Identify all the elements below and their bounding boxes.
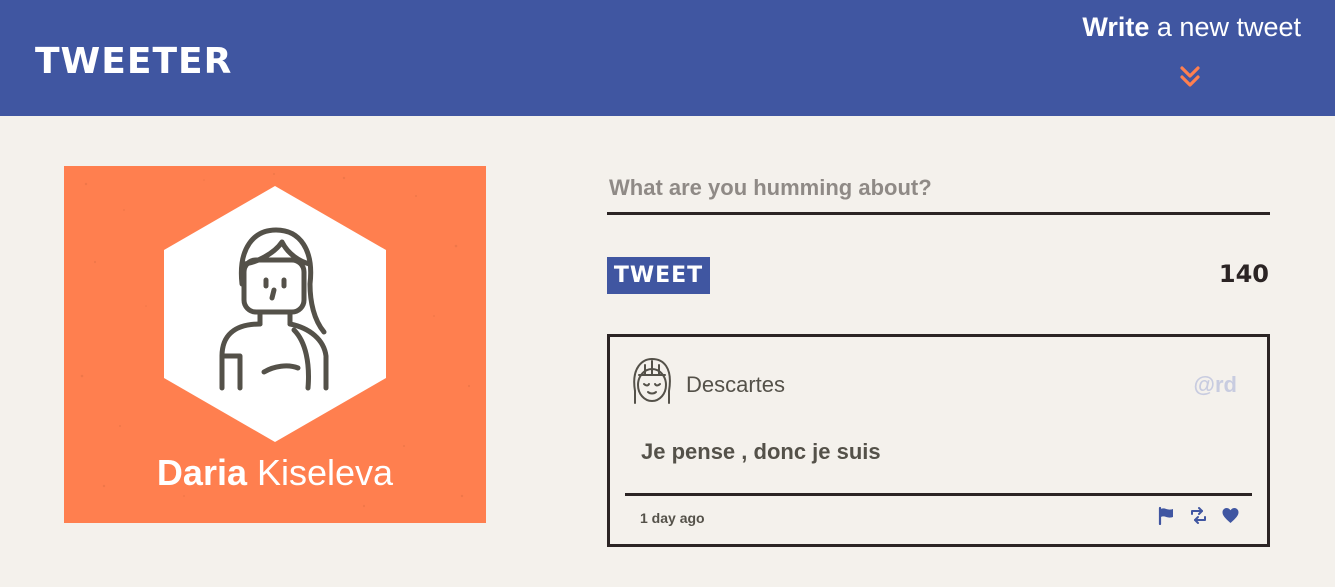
compose-toggle-label[interactable]: Write a new tweet (1082, 12, 1301, 43)
retweet-icon[interactable] (1189, 506, 1208, 525)
tweet-content: Je pense , donc je suis (641, 439, 881, 464)
tweet-button[interactable]: TWEET (607, 257, 710, 294)
brand-logo[interactable]: TWEETER (35, 44, 232, 80)
heart-icon[interactable] (1221, 506, 1240, 525)
profile-name: Daria Kiseleva (64, 452, 486, 494)
top-nav: TWEETER Write a new tweet (0, 0, 1335, 116)
tweet-card: Descartes @rd Je pense , donc je suis 1 … (607, 334, 1270, 547)
flag-icon[interactable] (1157, 506, 1176, 526)
compose-label-strong: Write (1082, 12, 1150, 42)
tweet-author-avatar-icon (633, 358, 671, 404)
tweet-actions (1157, 506, 1240, 526)
char-counter: 140 (1218, 260, 1269, 288)
profile-last-name: Kiseleva (246, 452, 394, 493)
profile-card: Daria Kiseleva (64, 166, 486, 523)
tweet-author[interactable]: Descartes (686, 372, 785, 398)
compose-label-rest: a new tweet (1149, 12, 1301, 42)
tweet-timestamp: 1 day ago (640, 510, 705, 526)
new-tweet-input[interactable] (607, 163, 1270, 215)
double-chevron-down-icon[interactable] (1177, 64, 1203, 90)
user-woman-avatar-icon (219, 227, 329, 391)
tweet-footer: 1 day ago (625, 493, 1252, 526)
tweet-handle[interactable]: @rd (1194, 372, 1237, 398)
profile-first-name: Daria (156, 452, 247, 493)
